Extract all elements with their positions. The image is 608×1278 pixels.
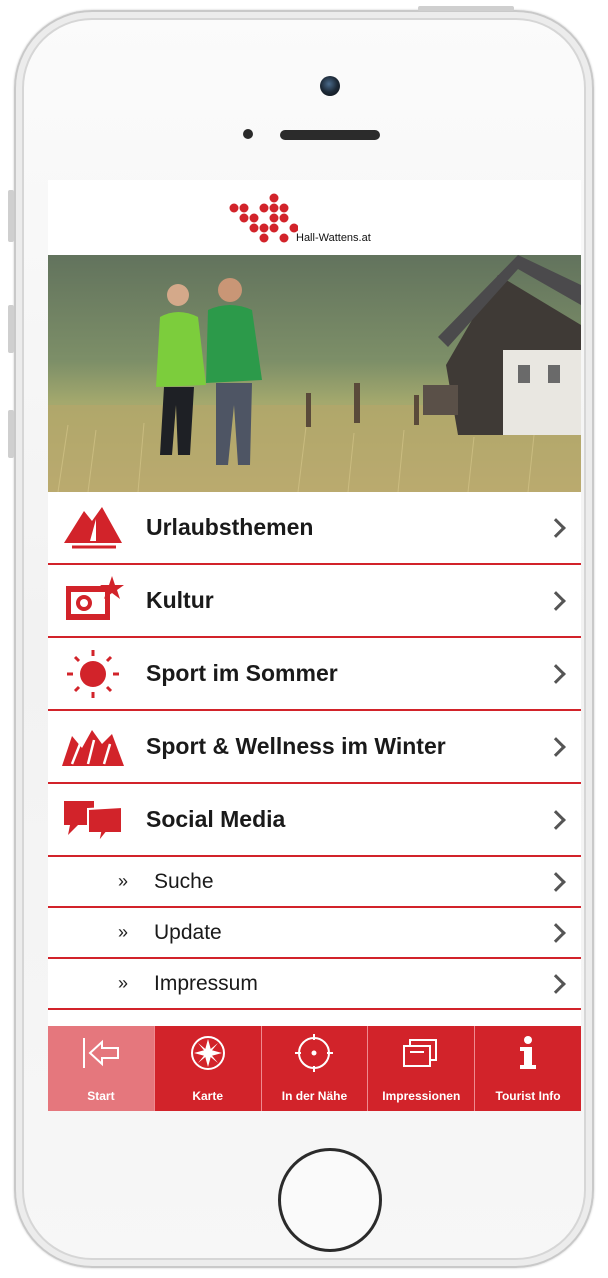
chevron-right-icon [546,517,566,538]
chevron-right-icon [546,973,566,994]
proximity-sensor [243,129,253,139]
front-camera [320,76,340,96]
menu-item-label: Urlaubsthemen [146,514,314,540]
tab-label: Start [87,1089,115,1103]
sub-item-label: Update [154,920,222,944]
sub-item-label: Impressum [154,971,258,995]
volume-down-button [8,305,14,353]
sun-icon [67,650,119,698]
volume-up-button [8,190,14,242]
menu-item-suche[interactable]: » Suche [48,857,581,908]
culture-icon [66,576,124,620]
tab-label: In der Nähe [281,1089,348,1103]
tab-start[interactable]: Start [48,1026,155,1111]
target-icon [295,1034,334,1072]
app-screen: Hall-Wattens.at Urlaubsthemen Kultur Spo… [48,180,581,1111]
home-button[interactable] [278,1148,382,1252]
compass-icon [190,1036,225,1070]
power-button [418,6,514,11]
tab-karte[interactable]: Karte [155,1026,262,1111]
logo-dots-icon [229,193,298,243]
menu-item-update[interactable]: » Update [48,908,581,959]
sub-item-label: Suche [154,869,214,893]
tab-in-der-naehe[interactable]: In der Nähe [262,1026,369,1111]
tab-label: Tourist Info [495,1089,561,1103]
info-icon [520,1036,537,1069]
mountain-sailboat-icon [64,507,122,549]
menu-item-urlaubsthemen[interactable]: Urlaubsthemen [48,492,581,565]
menu-item-label: Sport im Sommer [146,660,338,686]
hikers-photo [48,255,581,492]
menu-item-label: Social Media [146,806,286,832]
chevron-right-icon [546,590,566,611]
photos-icon [403,1039,438,1067]
earpiece-speaker [280,130,380,140]
raquo-icon: » [118,973,129,993]
menu-item-social-media[interactable]: Social Media [48,784,581,857]
chevron-right-icon [546,871,566,892]
chevron-right-icon [546,736,566,757]
tab-label: Karte [192,1089,224,1103]
app-header: Hall-Wattens.at [48,180,581,255]
menu-item-label: Kultur [146,587,214,613]
mute-switch [8,410,14,458]
menu-item-sport-wellness-winter[interactable]: Sport & Wellness im Winter [48,711,581,784]
speech-bubbles-icon [64,801,123,844]
tab-impressionen[interactable]: Impressionen [368,1026,476,1111]
raquo-icon: » [118,922,129,942]
menu-item-impressum[interactable]: » Impressum [48,959,581,1010]
winter-mountains-icon [62,730,124,766]
tab-label: Impressionen [382,1089,461,1103]
tab-tourist-info[interactable]: Tourist Info [475,1026,581,1111]
bottom-tab-bar: Start Karte In der Nähe Impressionen Tou… [48,1026,581,1111]
logo-text: Hall-Wattens.at [296,232,371,244]
menu-item-kultur[interactable]: Kultur [48,565,581,638]
hero-image [48,255,581,492]
raquo-icon: » [118,871,129,891]
chevron-right-icon [546,663,566,684]
chevron-right-icon [546,809,566,830]
chevron-right-icon [546,922,566,943]
menu-item-sport-im-sommer[interactable]: Sport im Sommer [48,638,581,711]
back-arrow-icon [82,1038,119,1068]
menu-item-label: Sport & Wellness im Winter [146,733,446,759]
